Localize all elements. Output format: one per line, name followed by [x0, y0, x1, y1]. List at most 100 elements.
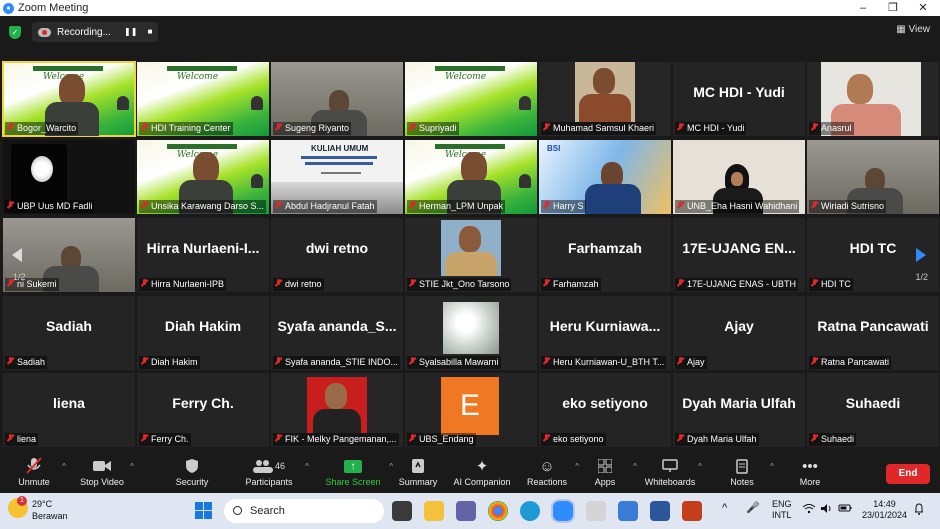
participant-tile[interactable]: Diah Hakim Diah Hakim: [137, 296, 269, 370]
participant-tile[interactable]: BSI Harry S: [539, 140, 671, 214]
next-page-arrow-icon[interactable]: [912, 246, 930, 264]
participant-name: dwi retno: [285, 279, 322, 289]
maximize-button[interactable]: ❐: [878, 0, 908, 16]
share-screen-button[interactable]: ↑ Share Screen ^: [319, 455, 393, 487]
participant-tile[interactable]: Heru Kurniawa... Heru Kurniawan-U_BTH T..…: [539, 296, 671, 370]
ai-companion-button[interactable]: ✦ AI Companion: [448, 455, 516, 487]
tray-chevron-icon[interactable]: ^: [722, 503, 727, 514]
whiteboards-chevron-icon[interactable]: ^: [698, 462, 702, 471]
participant-tile[interactable]: Sadiah Sadiah: [3, 296, 135, 370]
weather-widget[interactable]: 1 29°C Berawan: [8, 496, 68, 522]
apps-button[interactable]: Apps ^: [571, 455, 639, 487]
participant-photo-face: [593, 68, 615, 94]
encryption-shield-icon[interactable]: ✓: [9, 26, 21, 39]
muted-mic-icon: [677, 123, 684, 132]
notepad-icon[interactable]: [618, 501, 638, 521]
zoom-app-icon[interactable]: [551, 499, 575, 523]
participant-name-label: Harry S: [541, 200, 586, 213]
notification-bell-icon[interactable]: [914, 503, 924, 518]
video-options-chevron-icon[interactable]: ^: [130, 462, 134, 471]
file-explorer-icon[interactable]: [424, 501, 444, 521]
participant-tile[interactable]: Wiriadi Sutrisno: [807, 140, 939, 214]
notes-chevron-icon[interactable]: ^: [770, 462, 774, 471]
view-button[interactable]: ▦ View: [896, 24, 930, 35]
clock[interactable]: 14:49 23/01/2024: [862, 499, 907, 521]
end-meeting-button[interactable]: End: [886, 464, 930, 484]
participant-name-label: Suhaedi: [809, 433, 857, 446]
wifi-icon[interactable]: [802, 503, 816, 517]
participant-tile[interactable]: Syalsabilla Mawarni: [405, 296, 537, 370]
participant-tile[interactable]: Welcome Bogor_Warcito: [2, 61, 136, 137]
participant-tile[interactable]: UNB_Eha Hasni Wahidhani: [673, 140, 805, 214]
participants-label: Participants: [245, 477, 293, 487]
word-icon[interactable]: [650, 501, 670, 521]
teams-icon[interactable]: [456, 501, 476, 521]
previous-page-arrow-icon[interactable]: [8, 246, 26, 264]
participant-tile[interactable]: Dyah Maria Ulfah Dyah Maria Ulfah: [673, 373, 805, 447]
notes-label: Notes: [730, 477, 754, 487]
participant-tile[interactable]: dwi retno dwi retno: [271, 218, 403, 292]
muted-mic-icon: [409, 123, 416, 132]
participants-button[interactable]: 46 Participants ^: [235, 455, 309, 487]
participant-name-label: Supriyadi: [407, 122, 459, 135]
powerpoint-icon[interactable]: [682, 501, 702, 521]
participant-tile[interactable]: 17E-UJANG EN... 17E-UJANG ENAS - UBTH: [673, 218, 805, 292]
share-screen-icon: ↑: [319, 455, 387, 477]
whiteboard-icon: [636, 455, 704, 477]
participant-tile[interactable]: Syafa ananda_S... Syafa ananda_STIE INDO.…: [271, 296, 403, 370]
volume-icon[interactable]: [820, 503, 834, 517]
unmute-button[interactable]: Unmute ^: [0, 455, 68, 487]
ai-companion-label: AI Companion: [453, 477, 511, 487]
participant-tile[interactable]: Anasrul: [807, 62, 939, 136]
more-button[interactable]: ••• More: [776, 455, 844, 488]
muted-mic-icon: [811, 201, 818, 210]
participant-tile[interactable]: Ferry Ch. Ferry Ch.: [137, 373, 269, 447]
task-view-icon[interactable]: [392, 501, 412, 521]
participant-tile[interactable]: Welcome Supriyadi: [405, 62, 537, 136]
minimize-button[interactable]: –: [848, 0, 878, 16]
participant-tile[interactable]: Farhamzah Farhamzah: [539, 218, 671, 292]
windows-start-icon[interactable]: [195, 502, 212, 519]
participant-tile[interactable]: Welcome HDI Training Center: [137, 62, 269, 136]
battery-icon[interactable]: [838, 503, 852, 516]
summary-button[interactable]: Summary: [384, 455, 452, 487]
participant-tile[interactable]: STIE Jkt_Ono Tarsono: [405, 218, 537, 292]
whiteboards-button[interactable]: Whiteboards ^: [636, 455, 704, 487]
taskbar-search-box[interactable]: Search: [224, 499, 384, 523]
audio-options-chevron-icon[interactable]: ^: [62, 462, 66, 471]
participant-tile[interactable]: Muhamad Samsul Khaeri: [539, 62, 671, 136]
chrome-icon[interactable]: [488, 501, 508, 521]
participant-display-name: Sadiah: [46, 318, 92, 334]
participant-tile[interactable]: Welcome Unsika Karawang Darso S...: [137, 140, 269, 214]
participant-tile[interactable]: liena liena: [3, 373, 135, 447]
participant-tile[interactable]: UBP Uus MD Fadli: [3, 140, 135, 214]
participant-tile[interactable]: Ajay Ajay: [673, 296, 805, 370]
participant-tile[interactable]: eko setiyono eko setiyono: [539, 373, 671, 447]
muted-mic-icon: [677, 201, 684, 210]
participant-tile[interactable]: KULIAH UMUM Abdul Hadjranul Fatah: [271, 140, 403, 214]
stop-video-button[interactable]: Stop Video ^: [68, 455, 136, 487]
stop-recording-button[interactable]: ■: [144, 26, 156, 38]
close-button[interactable]: ✕: [908, 0, 938, 16]
slide-header: [33, 66, 103, 71]
tray-microphone-icon[interactable]: 🎤: [746, 503, 760, 514]
participant-tile[interactable]: Hirra Nurlaeni-I... Hirra Nurlaeni-IPB: [137, 218, 269, 292]
cloud-recording-icon: [38, 27, 51, 37]
participant-tile[interactable]: Sugeng Riyanto: [271, 62, 403, 136]
participant-display-name: MC HDI - Yudi: [693, 84, 785, 100]
pause-recording-button[interactable]: ❚❚: [124, 26, 137, 38]
participant-tile[interactable]: FIK - Melky Pangemanan,...: [271, 373, 403, 447]
edge-icon[interactable]: [520, 501, 540, 521]
participant-tile[interactable]: Ratna Pancawati Ratna Pancawati: [807, 296, 939, 370]
participant-tile[interactable]: E UBS_Endang: [405, 373, 537, 447]
notes-button[interactable]: Notes ^: [708, 455, 776, 487]
participant-tile[interactable]: MC HDI - Yudi MC HDI - Yudi: [673, 62, 805, 136]
participant-tile[interactable]: Suhaedi Suhaedi: [807, 373, 939, 447]
participant-tile[interactable]: Welcome Herman_LPM Unpak: [405, 140, 537, 214]
participants-chevron-icon[interactable]: ^: [305, 462, 309, 471]
calendar-app-icon[interactable]: [586, 501, 606, 521]
participant-name-label: dwi retno: [273, 278, 324, 291]
language-indicator[interactable]: ENG INTL: [772, 499, 792, 521]
security-button[interactable]: Security: [158, 455, 226, 487]
apps-grid-icon: [571, 455, 639, 477]
